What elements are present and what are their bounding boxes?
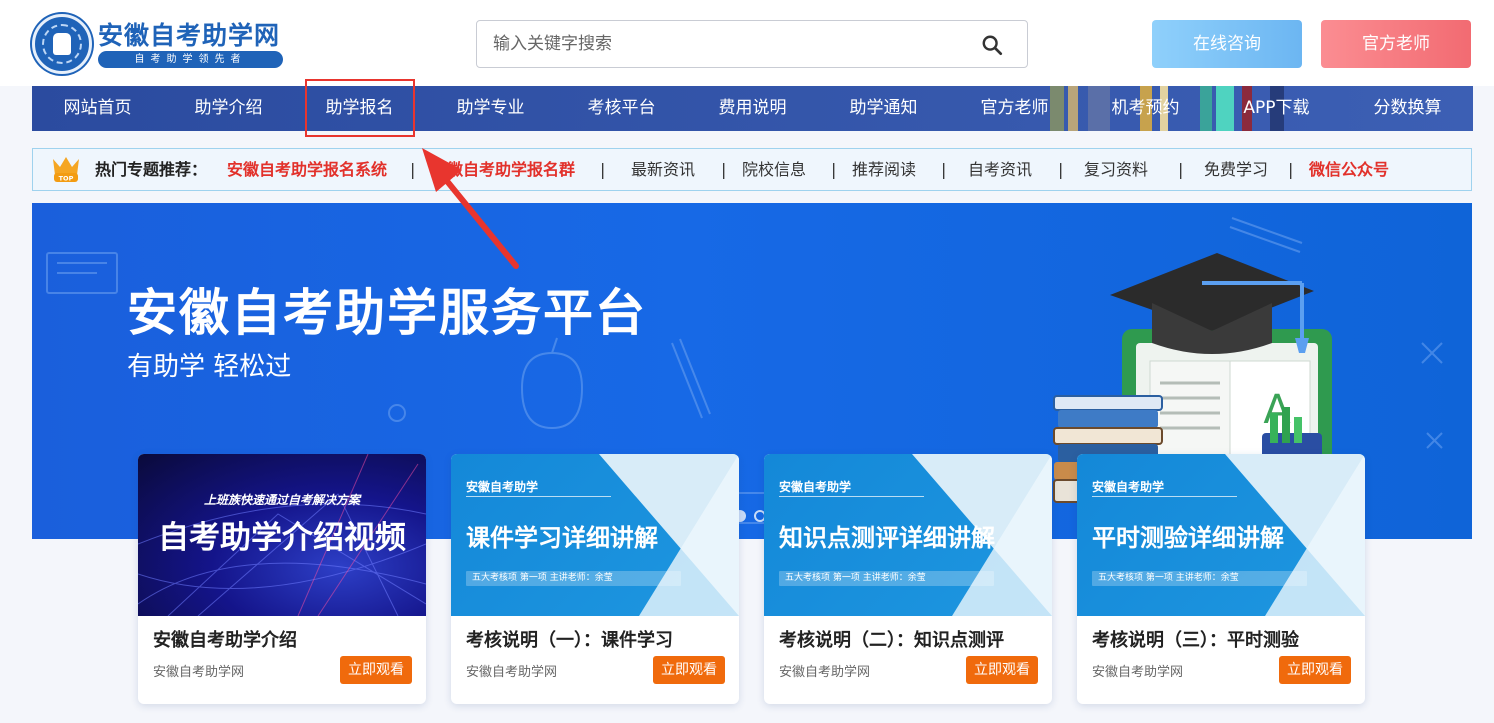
hot-link-news[interactable]: 最新资讯	[631, 149, 695, 190]
thumbnail-divider	[1092, 496, 1237, 497]
separator: |	[600, 160, 606, 179]
card-title[interactable]: 考核说明（二）：知识点测评	[779, 626, 1004, 652]
thumbnail-tag: 安徽自考助学	[466, 480, 539, 494]
nav-item-home[interactable]: 网站首页	[32, 86, 163, 131]
nav-item-intro[interactable]: 助学介绍	[163, 86, 294, 131]
crown-top-icon: TOP	[53, 157, 79, 183]
hot-link-reading[interactable]: 推荐阅读	[852, 149, 916, 190]
card-title[interactable]: 考核说明（一）：课件学习	[466, 626, 673, 652]
video-card-courseware[interactable]: 安徽自考助学 课件学习详细讲解 五大考核项 第一项 主讲老师：余莹 考核说明（一…	[451, 454, 739, 704]
thumbnail-title: 平时测验详细讲解	[1092, 524, 1284, 552]
separator: |	[410, 160, 416, 179]
hot-link-enroll-group[interactable]: 安徽自考助学报名群	[431, 149, 575, 190]
thumbnail-title: 自考助学介绍视频	[158, 520, 406, 556]
watch-now-button[interactable]: 立即观看	[653, 656, 725, 684]
search-icon[interactable]	[981, 34, 1003, 56]
separator: |	[831, 160, 837, 179]
card-source: 安徽自考助学网	[1092, 665, 1184, 680]
search-input[interactable]	[493, 31, 963, 57]
search-box	[476, 20, 1028, 68]
main-nav: 网站首页 助学介绍 助学报名 助学专业 考核平台 费用说明 助学通知 官方老师 …	[32, 86, 1473, 131]
video-card-intro[interactable]: 上班族快速通过自考解决方案 自考助学介绍视频 安徽自考助学介绍 安徽自考助学网 …	[138, 454, 426, 704]
logo-slogan: 自考助学领先者	[98, 51, 283, 68]
hot-link-self-study-news[interactable]: 自考资讯	[968, 149, 1032, 190]
watch-now-button[interactable]: 立即观看	[340, 656, 412, 684]
card-thumbnail[interactable]: 安徽自考助学 知识点测评详细讲解 五大考核项 第一项 主讲老师：余莹	[764, 454, 1052, 616]
video-card-knowledge-test[interactable]: 安徽自考助学 知识点测评详细讲解 五大考核项 第一项 主讲老师：余莹 考核说明（…	[764, 454, 1052, 704]
hot-topics-bar: TOP 热门专题推荐： 安徽自考助学报名系统 | 安徽自考助学报名群 | 最新资…	[32, 148, 1472, 191]
video-card-quiz[interactable]: 安徽自考助学 平时测验详细讲解 五大考核项 第一项 主讲老师：余莹 考核说明（三…	[1077, 454, 1365, 704]
separator: |	[1288, 160, 1294, 179]
highlight-box	[305, 79, 415, 137]
hot-link-review-materials[interactable]: 复习资料	[1084, 149, 1148, 190]
thumbnail-title: 知识点测评详细讲解	[779, 524, 995, 552]
hot-topics-label: 热门专题推荐：	[95, 160, 208, 179]
separator: |	[721, 160, 727, 179]
thumbnail-tag: 安徽自考助学	[779, 480, 852, 494]
hot-link-schools[interactable]: 院校信息	[742, 149, 806, 190]
nav-item-exam-platform[interactable]: 考核平台	[556, 86, 687, 131]
watch-now-button[interactable]: 立即观看	[966, 656, 1038, 684]
hot-link-enroll-system[interactable]: 安徽自考助学报名系统	[227, 149, 387, 190]
watch-now-button[interactable]: 立即观看	[1279, 656, 1351, 684]
card-source: 安徽自考助学网	[779, 665, 871, 680]
thumbnail-tag: 安徽自考助学	[1092, 480, 1165, 494]
card-source: 安徽自考助学网	[466, 665, 558, 680]
hot-link-wechat[interactable]: 微信公众号	[1309, 149, 1389, 190]
separator: |	[941, 160, 947, 179]
thumbnail-divider	[466, 496, 611, 497]
card-source: 安徽自考助学网	[153, 665, 245, 680]
nav-item-score-convert[interactable]: 分数换算	[1342, 86, 1473, 131]
thumbnail-title: 课件学习详细讲解	[466, 524, 658, 552]
separator: |	[1058, 160, 1064, 179]
banner-subtitle: 有助学 轻松过	[127, 352, 292, 382]
thumbnail-strip: 五大考核项 第一项 主讲老师：余莹	[779, 571, 994, 586]
online-consult-button[interactable]: 在线咨询	[1152, 20, 1302, 68]
separator: |	[1178, 160, 1184, 179]
nav-item-notices[interactable]: 助学通知	[818, 86, 949, 131]
site-logo[interactable]: 安徽自考助学网 自考助学领先者	[32, 14, 292, 74]
card-title[interactable]: 考核说明（三）：平时测验	[1092, 626, 1299, 652]
nav-item-app-download[interactable]: APP下载	[1211, 86, 1342, 131]
nav-item-majors[interactable]: 助学专业	[425, 86, 556, 131]
thumbnail-tagline: 上班族快速通过自考解决方案	[203, 493, 360, 507]
thumbnail-strip: 五大考核项 第一项 主讲老师：余莹	[466, 571, 681, 586]
banner-title: 安徽自考助学服务平台	[127, 284, 647, 342]
logo-title: 安徽自考助学网	[98, 21, 281, 50]
card-thumbnail[interactable]: 安徽自考助学 课件学习详细讲解 五大考核项 第一项 主讲老师：余莹	[451, 454, 739, 616]
thumbnail-strip: 五大考核项 第一项 主讲老师：余莹	[1092, 571, 1307, 586]
card-thumbnail[interactable]: 安徽自考助学 平时测验详细讲解 五大考核项 第一项 主讲老师：余莹	[1077, 454, 1365, 616]
nav-item-exam-booking[interactable]: 机考预约	[1080, 86, 1211, 131]
card-title[interactable]: 安徽自考助学介绍	[153, 626, 297, 652]
svg-text:TOP: TOP	[59, 175, 74, 183]
site-header: 安徽自考助学网 自考助学领先者 在线咨询 官方老师	[0, 0, 1494, 86]
thumbnail-divider	[779, 496, 924, 497]
nav-item-teachers[interactable]: 官方老师	[949, 86, 1080, 131]
logo-seal-icon	[32, 14, 92, 74]
hot-link-free-study[interactable]: 免费学习	[1204, 149, 1268, 190]
card-thumbnail[interactable]: 上班族快速通过自考解决方案 自考助学介绍视频	[138, 454, 426, 616]
nav-item-fees[interactable]: 费用说明	[687, 86, 818, 131]
official-teacher-button[interactable]: 官方老师	[1321, 20, 1471, 68]
